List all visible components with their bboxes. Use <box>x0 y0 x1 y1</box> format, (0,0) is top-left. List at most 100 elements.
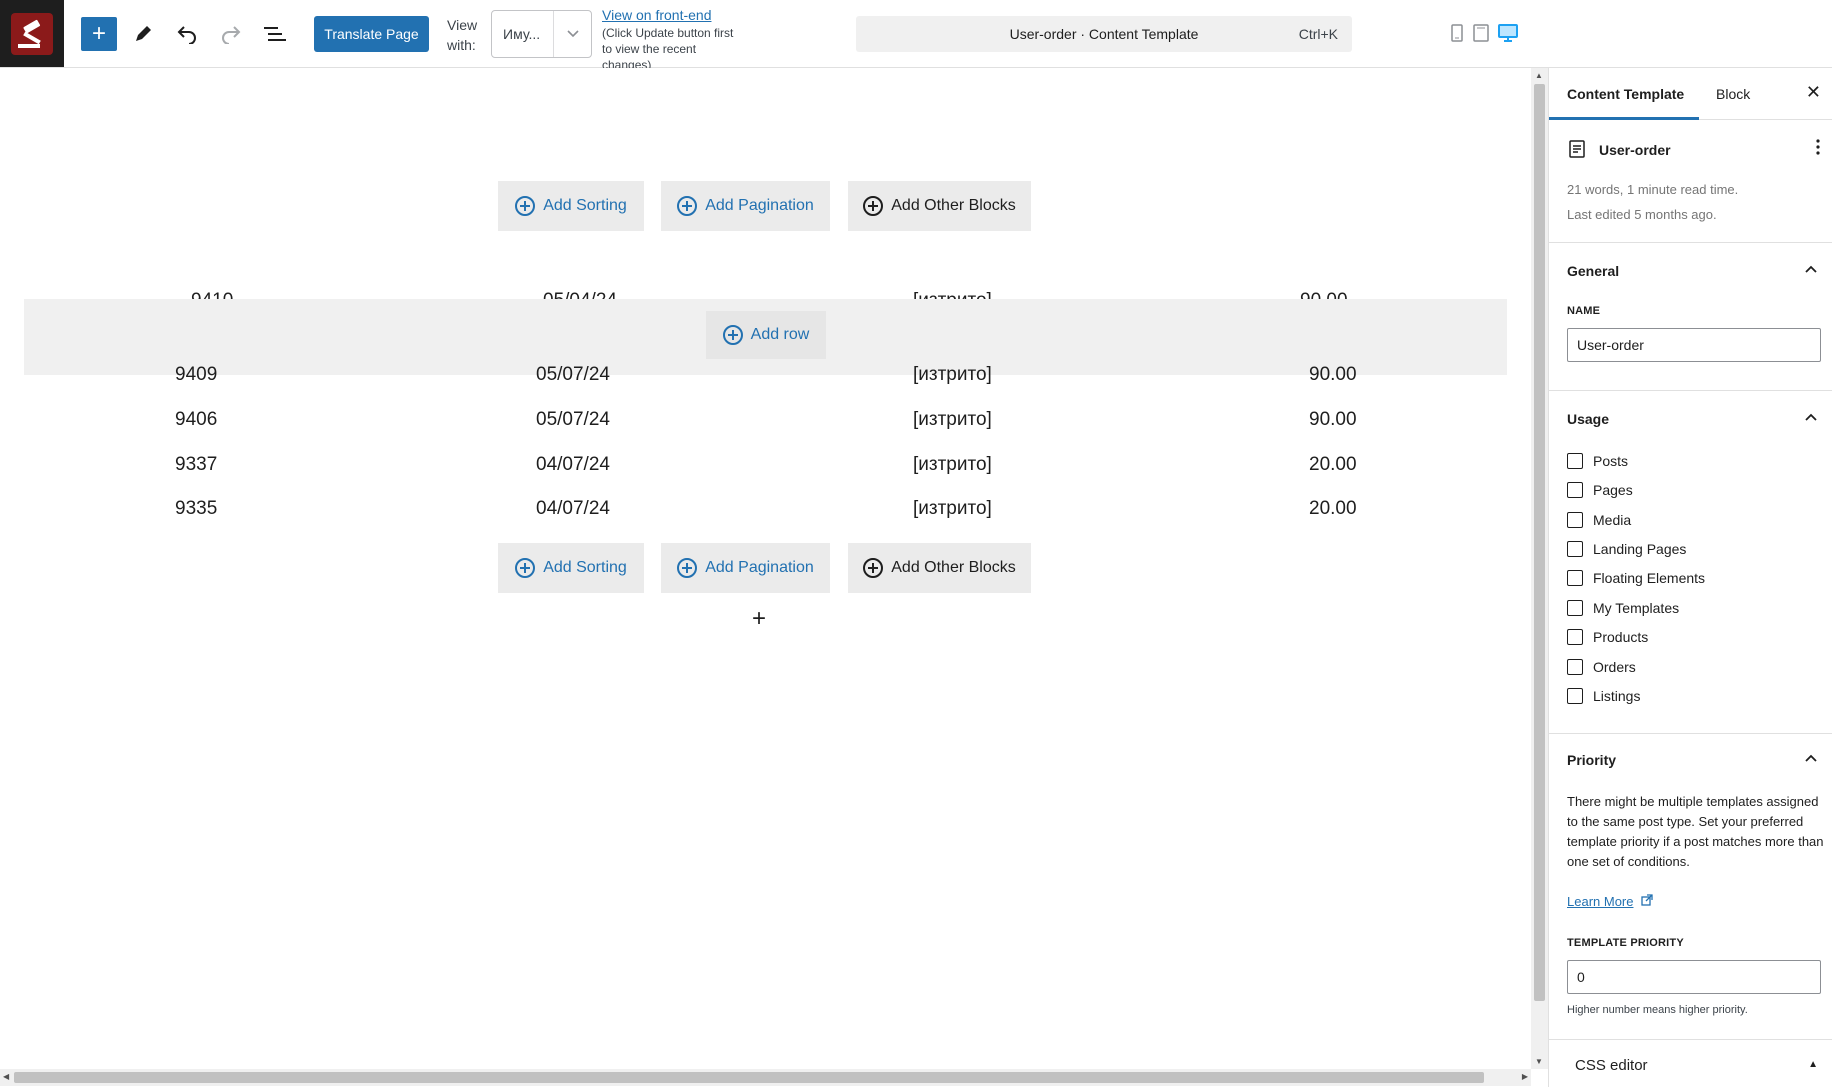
document-icon <box>1569 140 1585 158</box>
tab-content-template[interactable]: Content Template <box>1567 86 1684 102</box>
add-circle-icon <box>863 196 884 216</box>
usage-checkbox-my-templates[interactable]: My Templates <box>1567 600 1679 616</box>
checkbox-label: My Templates <box>1593 600 1680 616</box>
desktop-preview-icon[interactable] <box>1498 24 1518 42</box>
block-inserter-button[interactable]: + <box>81 17 117 51</box>
checkbox[interactable] <box>1567 629 1583 645</box>
checkbox[interactable] <box>1567 600 1583 616</box>
template-priority-label: TEMPLATE PRIORITY <box>1567 937 1684 949</box>
divider <box>1549 1039 1832 1040</box>
chevron-up-icon[interactable] <box>1804 412 1818 422</box>
gavel-logo-icon <box>11 12 53 55</box>
tab-block[interactable]: Block <box>1716 86 1750 102</box>
checkbox[interactable] <box>1567 453 1583 469</box>
divider <box>1549 733 1832 734</box>
more-options-icon[interactable] <box>1816 138 1820 156</box>
priority-description: There might be multiple templates assign… <box>1567 794 1824 869</box>
site-logo-button[interactable] <box>0 0 64 67</box>
view-with-select[interactable]: Иму... <box>491 10 592 58</box>
checkbox[interactable] <box>1567 688 1583 704</box>
word-count: 21 words, 1 minute read time. <box>1567 182 1739 197</box>
checkbox[interactable] <box>1567 570 1583 586</box>
checkbox[interactable] <box>1567 659 1583 675</box>
vertical-scrollbar-thumb[interactable] <box>1534 84 1545 1001</box>
usage-checkbox-floating-elements[interactable]: Floating Elements <box>1567 570 1705 586</box>
add-circle-icon <box>677 196 698 216</box>
checkbox-label: Listings <box>1593 688 1641 704</box>
horizontal-scrollbar-thumb[interactable] <box>14 1072 1484 1083</box>
checkbox[interactable] <box>1567 512 1583 528</box>
scroll-right-arrow-icon[interactable]: ▶ <box>1522 1072 1528 1081</box>
scroll-down-arrow-icon[interactable]: ▼ <box>1535 1057 1543 1066</box>
add-other-blocks-button-bottom[interactable]: Add Other Blocks <box>848 543 1031 593</box>
command-palette-button[interactable]: User-order · Content Template Ctrl+K <box>856 16 1352 52</box>
usage-checkbox-landing-pages[interactable]: Landing Pages <box>1567 541 1686 557</box>
scroll-left-arrow-icon[interactable]: ◀ <box>3 1072 9 1081</box>
order-status: [изтрито] <box>913 454 992 475</box>
settings-sidebar: Content Template Block ✕ User-order 21 w… <box>1548 68 1832 1087</box>
divider <box>1549 242 1832 243</box>
editor-canvas: Add Sorting Add Pagination Add Other Blo… <box>0 68 1531 1069</box>
add-pagination-label: Add Pagination <box>705 559 814 576</box>
chevron-up-icon[interactable] <box>1804 753 1818 763</box>
document-overview-button[interactable] <box>257 17 293 51</box>
tools-button[interactable] <box>125 17 161 51</box>
external-link-icon <box>1641 894 1653 906</box>
name-field-label: NAME <box>1567 305 1601 317</box>
add-other-blocks-button-top[interactable]: Add Other Blocks <box>848 181 1031 231</box>
add-sorting-button-bottom[interactable]: Add Sorting <box>498 543 644 593</box>
checkbox[interactable] <box>1567 482 1583 498</box>
learn-more-row: Learn More <box>1567 892 1827 912</box>
redo-button[interactable] <box>213 17 249 51</box>
usage-checkbox-posts[interactable]: Posts <box>1567 453 1628 469</box>
add-pagination-button-top[interactable]: Add Pagination <box>661 181 830 231</box>
usage-checkbox-orders[interactable]: Orders <box>1567 659 1636 675</box>
template-name: User-order <box>1599 142 1671 158</box>
view-front-end-link[interactable]: View on front-end <box>602 7 711 23</box>
usage-panel-toggle[interactable]: Usage <box>1567 411 1609 427</box>
view-with-label: View with: <box>447 17 478 53</box>
add-other-blocks-label: Add Other Blocks <box>891 559 1016 576</box>
add-circle-icon <box>515 196 536 216</box>
order-id: 9337 <box>175 454 218 475</box>
order-id: 9409 <box>175 364 218 385</box>
template-name-input[interactable]: User-order <box>1567 328 1821 362</box>
checkbox-label: Posts <box>1593 453 1629 469</box>
css-editor-panel-toggle[interactable]: CSS editor <box>1575 1057 1648 1074</box>
canvas-vertical-scrollbar[interactable]: ▲ ▼ <box>1531 68 1548 1069</box>
order-total: 20.00 <box>1309 498 1357 519</box>
priority-panel-toggle[interactable]: Priority <box>1567 752 1616 768</box>
add-row-label: Add row <box>750 326 810 343</box>
add-sorting-button-top[interactable]: Add Sorting <box>498 181 644 231</box>
checkbox[interactable] <box>1567 541 1583 557</box>
checkbox-label: Pages <box>1593 482 1633 498</box>
usage-checkbox-media[interactable]: Media <box>1567 512 1631 528</box>
undo-button[interactable] <box>169 17 205 51</box>
triangle-up-icon[interactable]: ▲ <box>1808 1059 1818 1070</box>
tablet-preview-icon[interactable] <box>1473 24 1489 42</box>
learn-more-link[interactable]: Learn More <box>1567 894 1633 909</box>
front-end-note: (Click Update button first to view the r… <box>602 26 734 72</box>
add-circle-icon <box>515 558 536 578</box>
translate-page-button[interactable]: Translate Page <box>314 16 429 52</box>
add-row-button[interactable]: Add row <box>706 311 826 359</box>
chevron-up-icon[interactable] <box>1804 264 1818 274</box>
add-block-appender[interactable]: + <box>752 605 766 633</box>
usage-checkbox-products[interactable]: Products <box>1567 629 1648 645</box>
canvas-horizontal-scrollbar[interactable]: ◀ ▶ <box>0 1069 1531 1086</box>
usage-checkbox-pages[interactable]: Pages <box>1567 482 1633 498</box>
add-pagination-button-bottom[interactable]: Add Pagination <box>661 543 830 593</box>
add-circle-icon <box>863 558 884 578</box>
close-icon[interactable]: ✕ <box>1806 82 1821 103</box>
list-view-icon <box>264 27 286 41</box>
add-circle-icon <box>722 325 743 345</box>
general-panel-toggle[interactable]: General <box>1567 263 1619 279</box>
template-priority-input[interactable]: 0 <box>1567 960 1821 994</box>
priority-help-text: Higher number means higher priority. <box>1567 1004 1748 1016</box>
order-date: 05/07/24 <box>536 409 610 430</box>
mobile-preview-icon[interactable] <box>1450 24 1464 42</box>
checkbox-label: Landing Pages <box>1593 541 1687 557</box>
sidebar-tabs: Content Template Block ✕ <box>1549 68 1832 120</box>
usage-checkbox-listings[interactable]: Listings <box>1567 688 1640 704</box>
scroll-up-arrow-icon[interactable]: ▲ <box>1535 71 1543 80</box>
